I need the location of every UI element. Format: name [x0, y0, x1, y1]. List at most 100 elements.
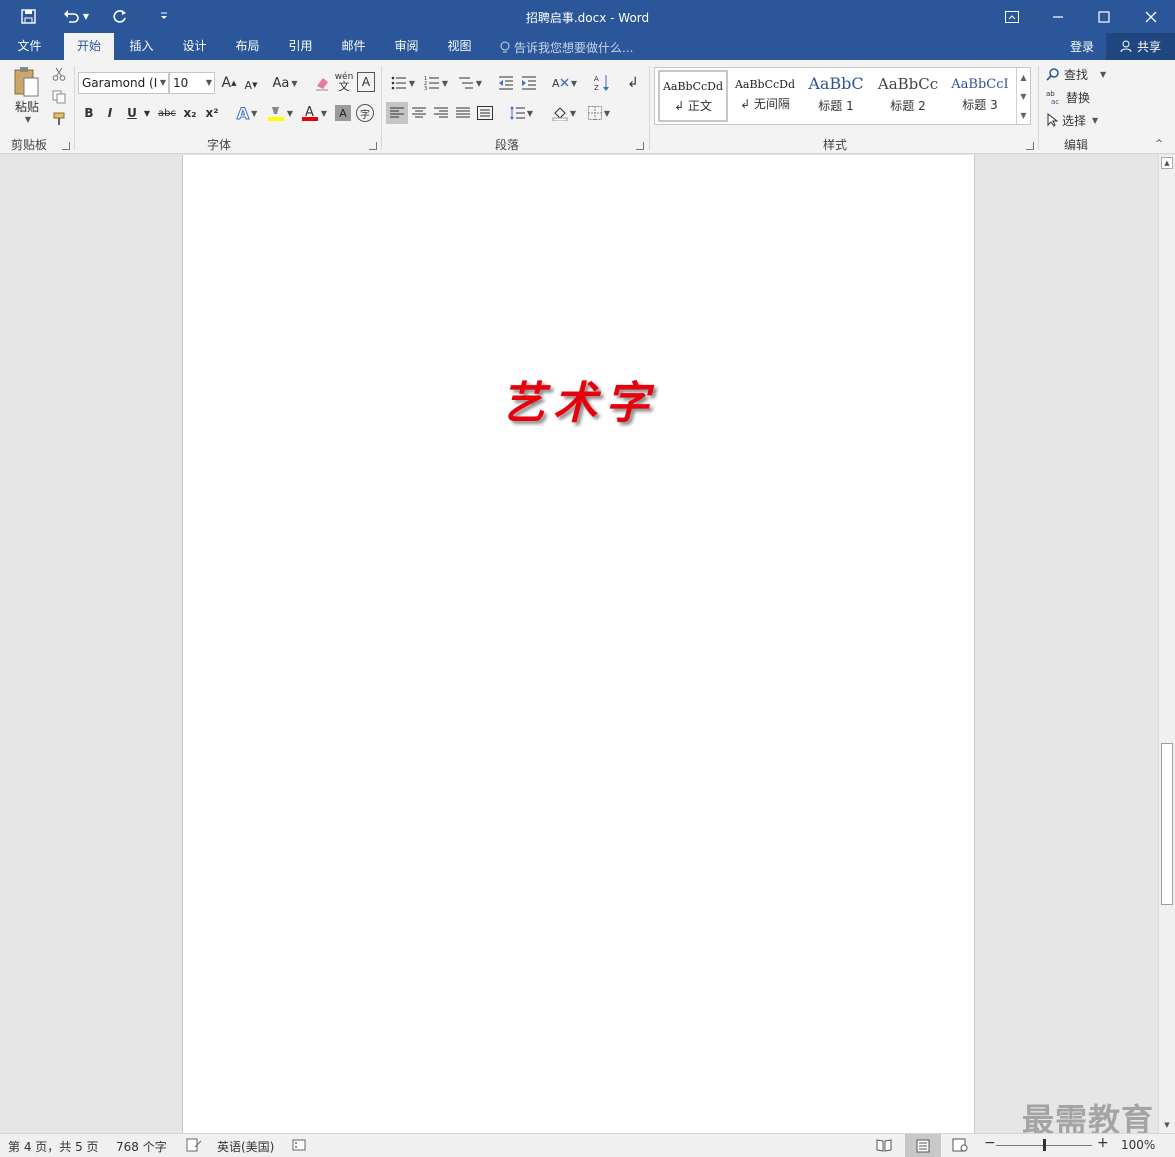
format-painter-icon[interactable]	[50, 110, 68, 128]
share-button[interactable]: 共享	[1106, 33, 1175, 60]
font-name-combo[interactable]: Garamond (I ▼	[78, 72, 169, 94]
cut-icon[interactable]	[50, 65, 68, 83]
strikethrough-button[interactable]: abc	[156, 102, 178, 124]
superscript-button[interactable]: x²	[202, 102, 222, 124]
clipboard-launcher-icon[interactable]	[62, 142, 70, 150]
italic-button[interactable]: I	[101, 102, 119, 124]
numbering-button[interactable]: 1 2 3 ▼	[421, 72, 451, 94]
wordart-text[interactable]: 艺术字	[501, 367, 657, 431]
multilevel-list-button[interactable]: ▼	[455, 72, 485, 94]
sort-icon[interactable]: AZ	[592, 71, 612, 95]
style-heading-3[interactable]: AaBbCcI 标题 3	[945, 70, 1015, 122]
character-border-icon[interactable]: A	[357, 72, 375, 92]
chinese-layout-button[interactable]: A ▼	[548, 72, 580, 94]
close-icon[interactable]	[1128, 0, 1174, 33]
styles-more-icon[interactable]: ▼	[1016, 106, 1030, 125]
line-spacing-button[interactable]: ▼	[505, 102, 537, 124]
styles-launcher-icon[interactable]	[1026, 142, 1034, 150]
tab-layout[interactable]: 布局	[224, 33, 271, 60]
style-heading-1[interactable]: AaBbC 标题 1	[801, 70, 871, 122]
proofing-icon[interactable]	[186, 1138, 202, 1155]
page-count[interactable]: 第 4 页，共 5 页	[8, 1138, 99, 1155]
style-no-spacing[interactable]: AaBbCcDd ↲ 无间隔	[730, 70, 800, 122]
enclose-characters-icon[interactable]: 字	[356, 104, 374, 122]
svg-text:Z: Z	[594, 84, 599, 92]
read-mode-icon[interactable]	[876, 1138, 892, 1155]
tab-file[interactable]: 文件	[6, 33, 53, 60]
text-effects-button[interactable]: A ▼	[232, 102, 262, 124]
paragraph-launcher-icon[interactable]	[636, 142, 644, 150]
shading-button[interactable]: ▼	[548, 102, 580, 124]
language-status[interactable]: 英语(美国)	[217, 1138, 274, 1155]
replace-button[interactable]: ab ac 替换	[1046, 87, 1110, 107]
paragraph-group-label: 段落	[494, 138, 519, 152]
zoom-in-icon[interactable]: +	[1097, 1135, 1109, 1151]
maximize-icon[interactable]	[1081, 0, 1127, 33]
group-divider	[649, 66, 650, 150]
clipboard-icon	[14, 67, 39, 97]
tell-me-box[interactable]: 告诉我您想要做什么...	[500, 39, 633, 56]
find-button[interactable]: 查找 ▼	[1046, 64, 1110, 84]
align-left-icon[interactable]	[386, 102, 408, 124]
macro-recording-icon[interactable]	[292, 1138, 306, 1155]
select-button[interactable]: 选择 ▼	[1046, 110, 1110, 130]
collapse-ribbon-icon[interactable]: ^	[1152, 138, 1166, 150]
style-preview: AaBbCcDd	[662, 80, 724, 93]
tab-home[interactable]: 开始	[64, 33, 114, 60]
copy-icon[interactable]	[50, 88, 68, 106]
highlight-color-button[interactable]: ▼	[264, 102, 296, 124]
paste-button[interactable]: 粘贴 ▼	[8, 64, 46, 126]
print-layout-icon[interactable]	[905, 1134, 941, 1157]
decrease-indent-icon[interactable]	[496, 72, 516, 94]
increase-indent-icon[interactable]	[519, 72, 539, 94]
zoom-slider-thumb[interactable]	[1043, 1139, 1046, 1151]
svg-text:ac: ac	[1051, 98, 1059, 105]
clear-formatting-icon[interactable]	[312, 72, 332, 94]
change-case-button[interactable]: Aa ▼	[270, 72, 300, 94]
show-formatting-marks-icon[interactable]: ↲	[624, 72, 642, 94]
styles-scroll-down-icon[interactable]: ▼	[1016, 87, 1030, 106]
login-link[interactable]: 登录	[1070, 38, 1094, 55]
tab-mailings[interactable]: 邮件	[330, 33, 377, 60]
borders-button[interactable]: ▼	[583, 102, 615, 124]
web-layout-icon[interactable]	[952, 1138, 968, 1155]
style-normal[interactable]: AaBbCcDd ↲ 正文	[658, 70, 728, 122]
tab-insert[interactable]: 插入	[118, 33, 165, 60]
font-launcher-icon[interactable]	[369, 142, 377, 150]
ribbon-display-options-icon[interactable]	[989, 0, 1035, 33]
find-label: 查找	[1064, 67, 1089, 82]
zoom-out-icon[interactable]: −	[984, 1135, 996, 1151]
style-heading-2[interactable]: AaBbCc 标题 2	[873, 70, 943, 122]
vertical-scrollbar[interactable]: ▲ ▼	[1158, 155, 1175, 1133]
font-size-combo[interactable]: 10 ▼	[169, 72, 215, 94]
align-right-icon[interactable]	[430, 102, 452, 124]
underline-dropdown-icon[interactable]: ▼	[141, 102, 153, 124]
zoom-level[interactable]: 100%	[1121, 1138, 1155, 1152]
bold-button[interactable]: B	[80, 102, 98, 124]
document-page[interactable]: 艺术字	[182, 155, 975, 1133]
shrink-font-button[interactable]: A ▼	[242, 74, 260, 96]
tab-review[interactable]: 审阅	[383, 33, 430, 60]
character-shading-icon[interactable]: A	[335, 105, 351, 121]
minimize-icon[interactable]	[1035, 0, 1081, 33]
tab-references[interactable]: 引用	[277, 33, 324, 60]
justify-icon[interactable]	[452, 102, 474, 124]
tab-design[interactable]: 设计	[171, 33, 218, 60]
bullets-button[interactable]: ▼	[388, 72, 418, 94]
phonetic-guide-button[interactable]: wén 文	[334, 70, 354, 94]
scrollbar-thumb[interactable]	[1161, 743, 1173, 905]
underline-button[interactable]: U	[123, 102, 141, 124]
numbering-icon: 123	[424, 76, 439, 90]
distributed-icon[interactable]	[474, 102, 496, 124]
font-color-button[interactable]: A ▼	[298, 102, 330, 124]
subscript-button[interactable]: x₂	[180, 102, 200, 124]
scroll-up-icon[interactable]: ▲	[1161, 157, 1173, 169]
document-area: 艺术字 ▲ ▼	[0, 155, 1175, 1133]
grow-font-button[interactable]: A ▲	[220, 72, 238, 94]
tab-view[interactable]: 视图	[436, 33, 483, 60]
font-name-value: Garamond (I	[82, 76, 158, 90]
styles-scroll-up-icon[interactable]: ▲	[1016, 68, 1030, 87]
scroll-down-icon[interactable]: ▼	[1161, 1119, 1173, 1131]
align-center-icon[interactable]	[408, 102, 430, 124]
word-count[interactable]: 768 个字	[116, 1138, 167, 1155]
